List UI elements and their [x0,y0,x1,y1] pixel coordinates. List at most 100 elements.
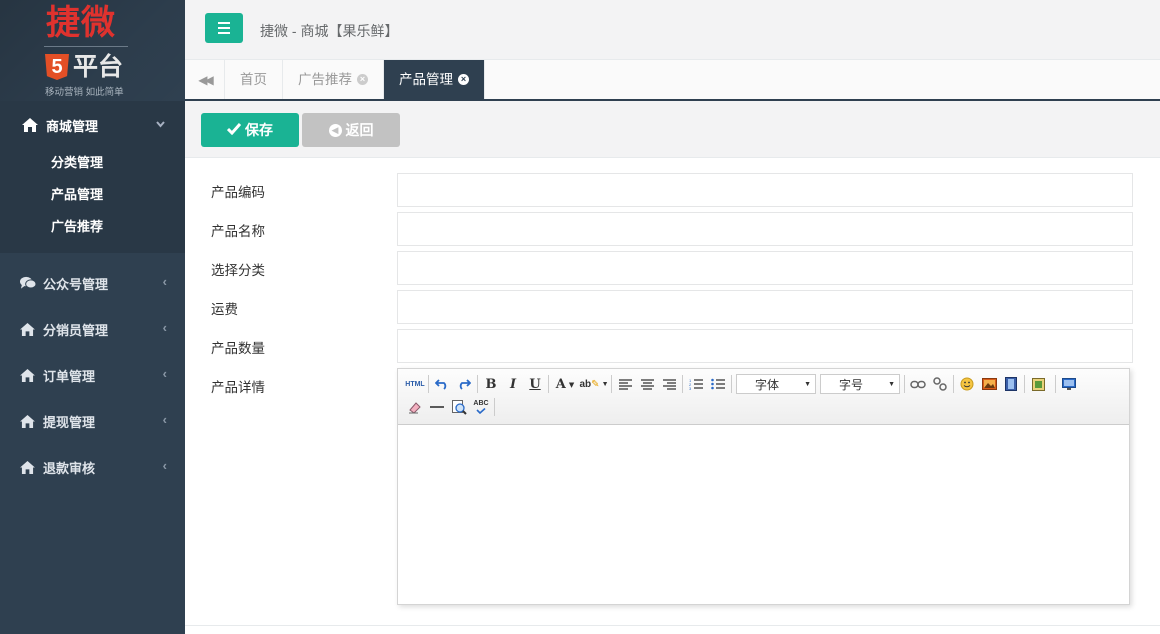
caret-down-icon: ▼ [888,380,895,388]
emoticon-icon[interactable] [956,374,978,394]
sidebar-item-orders[interactable]: 订单管理 ‹ [0,352,185,398]
tab-home[interactable]: 首页 [225,60,283,99]
font-family-value: 字体 [755,377,780,392]
font-size-select[interactable]: 字号 ▼ [820,374,900,394]
insert-file-icon[interactable] [1027,374,1049,394]
menu-item-label: 分销员管理 [43,322,109,338]
fullscreen-icon[interactable] [1058,374,1080,394]
logo-tagline: 移动营销 如此简单 [45,87,124,98]
chevron-left-icon: ‹ [162,366,167,381]
menu-item-label: 提现管理 [43,414,96,430]
video-icon[interactable] [1000,374,1022,394]
sidebar-item-product[interactable]: 产品管理 [0,179,185,211]
align-left-icon[interactable] [614,374,636,394]
image-icon[interactable] [978,374,1000,394]
horizontal-rule-icon[interactable] [426,397,448,417]
sidebar-item-wechat[interactable]: 公众号管理 ‹ [0,260,185,306]
bold-icon[interactable]: B [480,374,502,394]
back-button[interactable]: ◀ 返回 [302,113,400,147]
sidebar-item-refund[interactable]: 退款审核 ‹ [0,444,185,490]
chevron-left-icon: ‹ [162,274,167,289]
label-category: 选择分类 [211,263,265,278]
action-toolbar: 保存 ◀ 返回 [185,101,1160,158]
home-icon [20,322,36,336]
arrow-left-circle-icon: ◀ [328,123,342,137]
close-icon[interactable]: × [357,74,368,85]
rich-text-editor: HTML B I U A ▼ ab ✎ ▼ 1 2 3 字体 ▼ 字号 ▼ AB… [397,368,1130,605]
editor-content-area[interactable] [398,425,1129,604]
menu-group-shop: 商城管理 分类管理 产品管理 广告推荐 [0,101,185,253]
tab-label: 产品管理 [399,72,453,87]
double-chevron-left-icon[interactable]: ◀◀ [185,60,225,99]
menu-item-label: 公众号管理 [43,276,109,292]
check-icon [226,122,242,138]
home-icon [20,414,36,428]
sidebar-item-distributor[interactable]: 分销员管理 ‹ [0,306,185,352]
label-product-code: 产品编码 [211,185,265,200]
link-icon[interactable] [907,374,929,394]
sidebar-item-category[interactable]: 分类管理 [0,147,185,179]
category-select[interactable] [397,251,1133,285]
tab-label: 广告推荐 [298,72,352,87]
divider [185,625,1160,626]
menu-head-label: 商城管理 [46,118,99,134]
home-icon [20,368,36,382]
logo-divider [44,46,128,47]
preview-icon[interactable] [448,397,470,417]
logo-subtitle: 平台 [73,53,124,81]
spellcheck-icon[interactable]: ABC [470,397,492,417]
page-title: 捷微 - 商城【果乐鲜】 [260,23,399,39]
svg-text:3: 3 [689,386,692,390]
redo-icon[interactable] [453,374,475,394]
tab-product[interactable]: 产品管理 × [384,60,485,99]
product-name-input[interactable] [397,212,1133,246]
font-size-value: 字号 [839,377,864,392]
highlight-color-icon[interactable]: ab ✎ ▼ [579,374,609,394]
back-button-label: 返回 [345,122,374,138]
home-icon [20,460,36,474]
chevron-left-icon: ‹ [162,458,167,473]
html-source-icon[interactable]: HTML [404,374,426,394]
menu-head-shop[interactable]: 商城管理 [0,101,185,149]
undo-icon[interactable] [431,374,453,394]
label-quantity: 产品数量 [211,341,265,356]
menu-toggle-button[interactable] [205,13,243,43]
font-family-select[interactable]: 字体 ▼ [736,374,816,394]
caret-down-icon: ▼ [804,380,811,388]
logo: 捷微 5 平台 移动营销 如此简单 [0,0,185,101]
font-color-icon[interactable]: A ▼ [551,374,579,394]
chevron-left-icon: ‹ [162,412,167,427]
save-button-label: 保存 [245,122,273,138]
unordered-list-icon[interactable] [707,374,729,394]
sidebar: 捷微 5 平台 移动营销 如此简单 商城管理 分类管理 产品管理 广告推荐 公众… [0,0,185,634]
html5-logo-icon: 5 [45,54,69,80]
ordered-list-icon[interactable]: 123 [685,374,707,394]
tab-bar: ◀◀ 首页 广告推荐 × 产品管理 × [185,60,1160,101]
quantity-input[interactable] [397,329,1133,363]
sidebar-item-withdraw[interactable]: 提现管理 ‹ [0,398,185,444]
underline-icon[interactable]: U [524,374,546,394]
label-detail: 产品详情 [211,380,265,395]
menu-item-label: 退款审核 [43,460,96,476]
tab-ads[interactable]: 广告推荐 × [283,60,384,99]
close-icon[interactable]: × [458,74,469,85]
chevron-left-icon: ‹ [162,320,167,335]
comments-icon [20,276,36,290]
eraser-icon[interactable] [404,397,426,417]
italic-icon[interactable]: I [502,374,524,394]
sidebar-item-ads[interactable]: 广告推荐 [0,211,185,243]
align-right-icon[interactable] [658,374,680,394]
menu-item-label: 订单管理 [43,368,96,384]
product-code-input[interactable] [397,173,1133,207]
unlink-icon[interactable] [929,374,951,394]
label-shipping: 运费 [211,302,238,317]
home-icon [22,118,40,132]
tab-label: 首页 [240,72,267,87]
label-product-name: 产品名称 [211,224,265,239]
editor-toolbar: HTML B I U A ▼ ab ✎ ▼ 1 2 3 字体 ▼ 字号 ▼ AB… [398,369,1129,425]
save-button[interactable]: 保存 [201,113,299,147]
shipping-input[interactable] [397,290,1133,324]
align-center-icon[interactable] [636,374,658,394]
chevron-down-icon [156,117,165,131]
top-bar: 捷微 - 商城【果乐鲜】 [185,0,1160,60]
